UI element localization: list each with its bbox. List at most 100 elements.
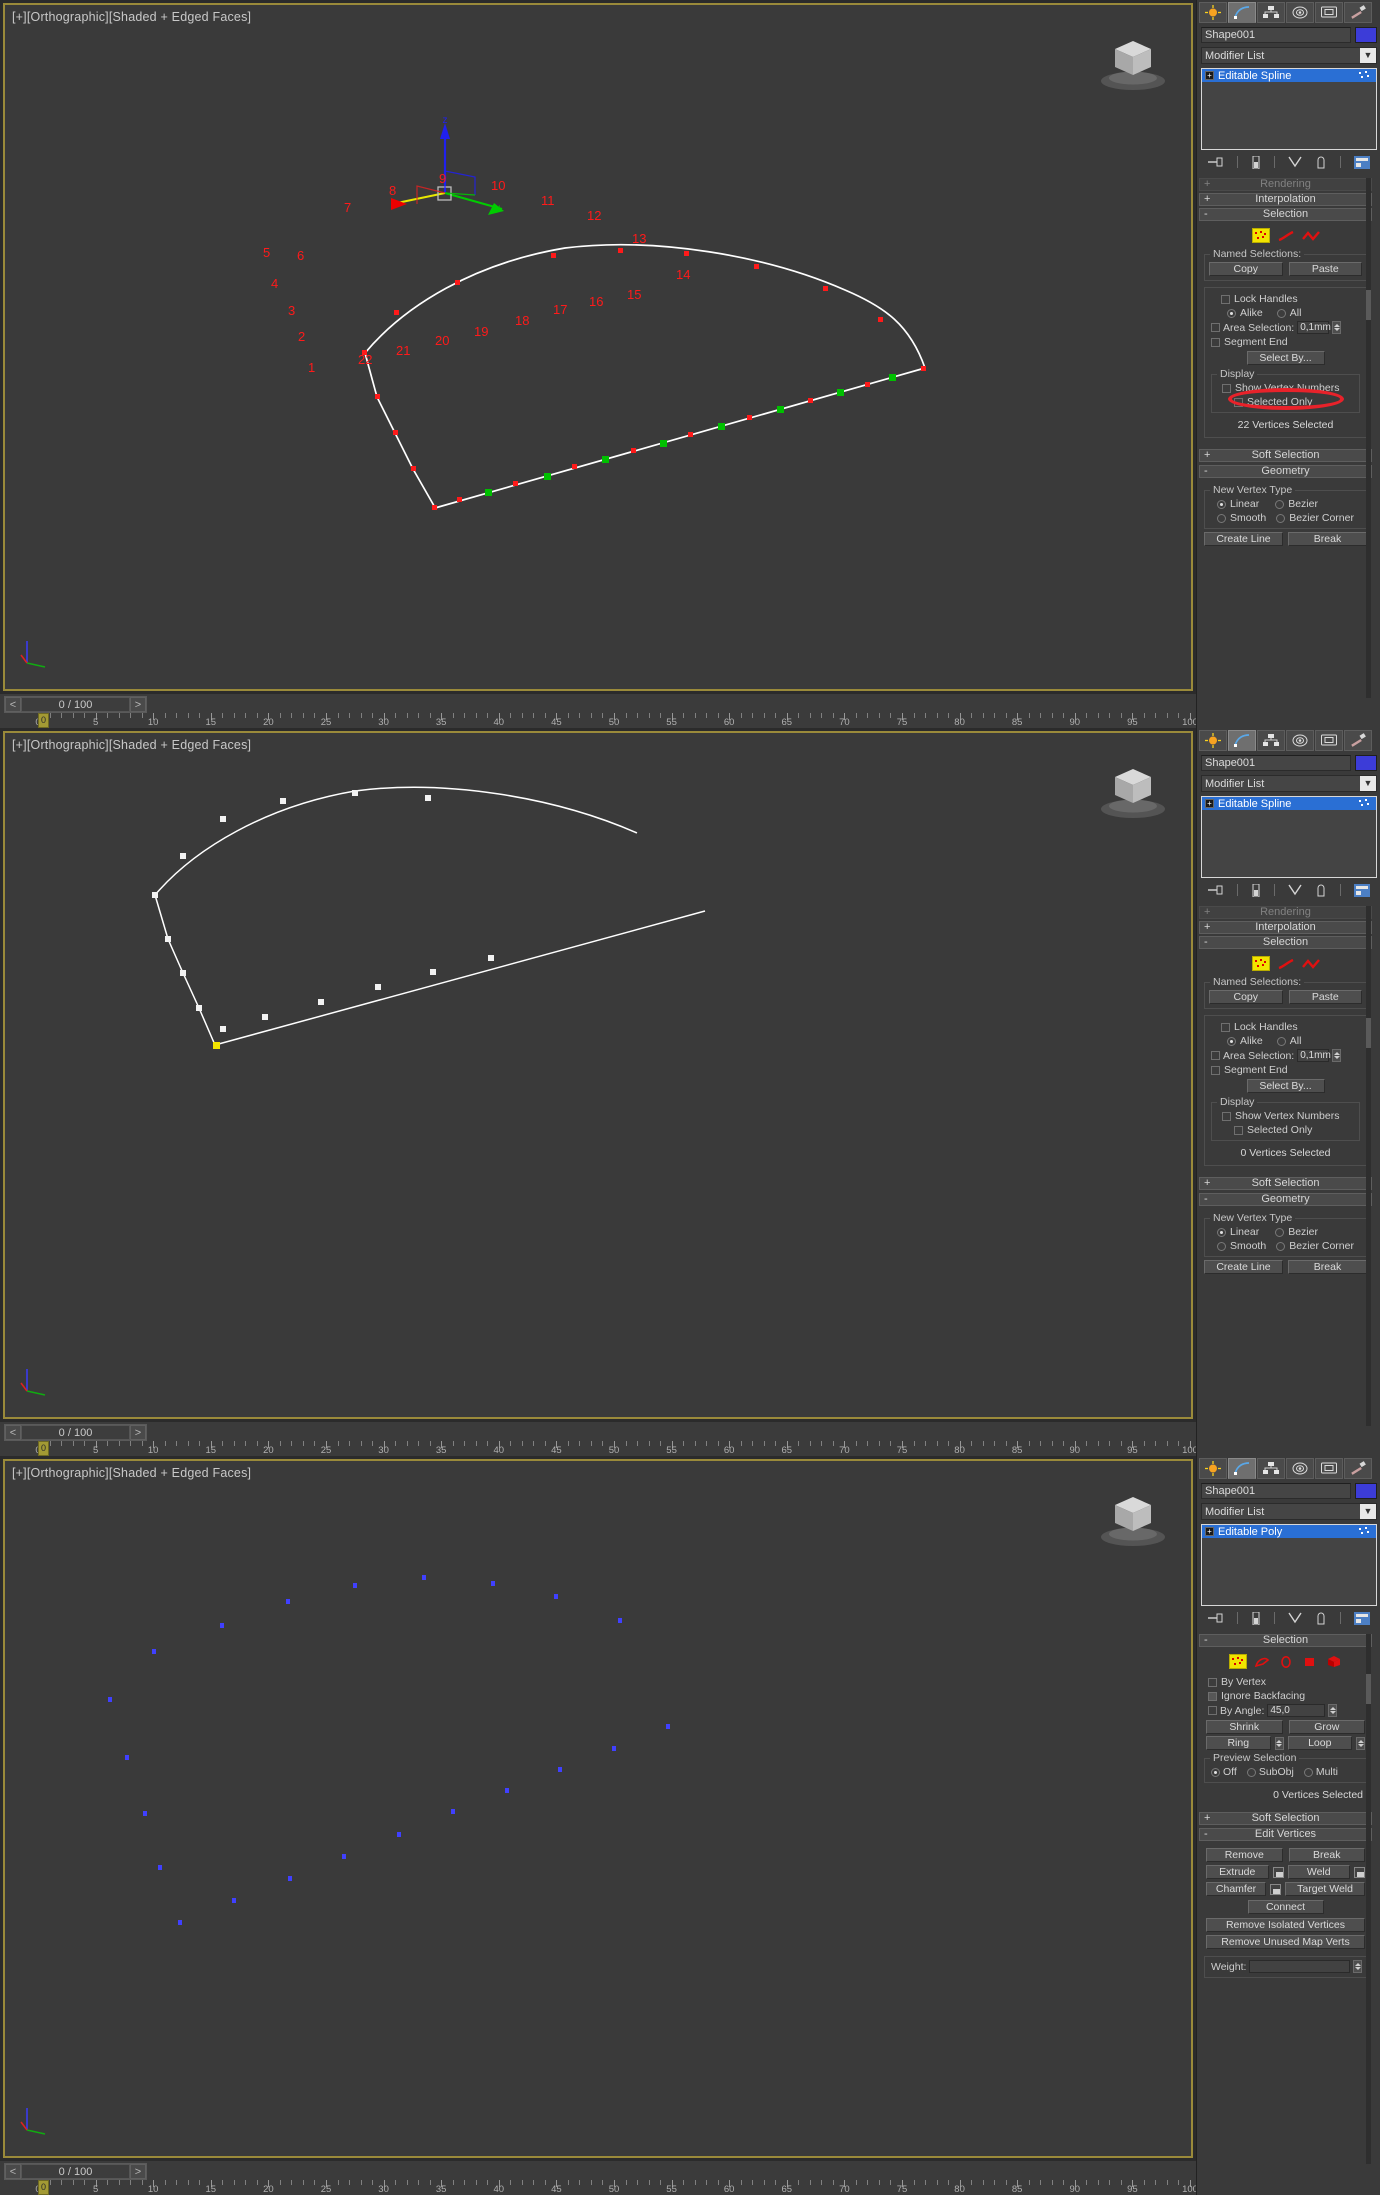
frame-display[interactable]: 0 / 100 xyxy=(21,1425,130,1440)
prev-frame-button[interactable]: < xyxy=(5,697,21,712)
show-end-result-icon[interactable] xyxy=(1251,155,1261,169)
vertex-icon[interactable] xyxy=(1251,228,1270,243)
polygon-icon[interactable] xyxy=(1301,1654,1319,1669)
time-ruler-3[interactable]: 0510152025303540455055606570758085909510… xyxy=(0,2180,1198,2195)
chamfer-settings-icon[interactable] xyxy=(1270,1883,1282,1895)
area-selection-checkbox[interactable] xyxy=(1211,323,1220,332)
area-selection-value[interactable]: 0,1mm xyxy=(1297,321,1331,334)
rollout-scrollbar-thumb-2[interactable] xyxy=(1366,1018,1371,1048)
segment-end-checkbox[interactable] xyxy=(1211,1065,1220,1075)
rollout-geometry[interactable]: - Geometry xyxy=(1199,1193,1372,1206)
extrude-button[interactable]: Extrude xyxy=(1206,1865,1269,1879)
ignore-backfacing-checkbox[interactable] xyxy=(1208,1691,1217,1701)
make-unique-icon[interactable] xyxy=(1288,1612,1302,1624)
rollout-selection[interactable]: - Selection xyxy=(1199,208,1372,221)
make-unique-icon[interactable] xyxy=(1288,884,1302,896)
prev-frame-button[interactable]: < xyxy=(5,2164,21,2179)
frame-navigator-1[interactable]: < 0 / 100 > xyxy=(4,696,147,713)
segment-end-checkbox[interactable] xyxy=(1211,337,1220,347)
expand-icon[interactable]: + xyxy=(1205,799,1214,808)
tab-utilities[interactable] xyxy=(1344,2,1372,23)
viewport-3[interactable]: [+][Orthographic][Shaded + Edged Faces] xyxy=(3,1459,1193,2158)
loop-button[interactable]: Loop xyxy=(1287,1736,1352,1750)
segment-icon[interactable] xyxy=(1277,228,1295,243)
spline-icon[interactable] xyxy=(1301,228,1320,243)
bezier-corner-radio[interactable] xyxy=(1276,1241,1286,1251)
smooth-radio[interactable] xyxy=(1217,1241,1226,1251)
tab-display[interactable] xyxy=(1315,1458,1343,1479)
by-angle-spinner[interactable] xyxy=(1328,1704,1338,1717)
rollout-interpolation[interactable]: + Interpolation xyxy=(1199,921,1372,934)
tab-create[interactable] xyxy=(1199,2,1227,23)
area-selection-value[interactable]: 0,1mm xyxy=(1297,1049,1331,1062)
viewport-1[interactable]: [+][Orthographic][Shaded + Edged Faces] xyxy=(3,3,1193,691)
tab-modify[interactable] xyxy=(1228,730,1256,751)
show-end-result-icon[interactable] xyxy=(1251,1611,1261,1625)
select-by-button[interactable]: Select By... xyxy=(1246,351,1325,365)
break-button[interactable]: Break xyxy=(1288,1848,1365,1862)
frame-display[interactable]: 0 / 100 xyxy=(21,697,130,712)
object-name-field[interactable]: Shape001 xyxy=(1201,1483,1351,1499)
grow-button[interactable]: Grow xyxy=(1288,1720,1365,1734)
rollout-geometry[interactable]: - Geometry xyxy=(1199,465,1372,478)
bezier-corner-radio[interactable] xyxy=(1276,513,1286,523)
lock-handles-checkbox[interactable] xyxy=(1221,294,1230,304)
show-vertex-numbers-checkbox[interactable] xyxy=(1222,383,1231,393)
tab-motion[interactable] xyxy=(1286,730,1314,751)
tab-create[interactable] xyxy=(1199,1458,1227,1479)
expand-icon[interactable]: + xyxy=(1205,71,1214,80)
weld-settings-icon[interactable] xyxy=(1354,1866,1365,1878)
tab-create[interactable] xyxy=(1199,730,1227,751)
selected-only-checkbox[interactable] xyxy=(1234,1125,1243,1135)
viewport-2[interactable]: [+][Orthographic][Shaded + Edged Faces] xyxy=(3,731,1193,1419)
vertex-icon[interactable] xyxy=(1228,1654,1247,1669)
time-slider-2[interactable]: 0 xyxy=(38,1441,49,1456)
modifier-stack-3[interactable]: + Editable Poly xyxy=(1201,1524,1377,1606)
frame-navigator-3[interactable]: < 0 / 100 > xyxy=(4,2163,147,2180)
rollout-selection[interactable]: - Selection xyxy=(1199,1634,1372,1647)
prev-frame-button[interactable]: < xyxy=(5,1425,21,1440)
tab-hierarchy[interactable] xyxy=(1257,730,1285,751)
bezier-radio[interactable] xyxy=(1275,1227,1285,1237)
time-ruler-1[interactable]: 0510152025303540455055606570758085909510… xyxy=(0,713,1198,728)
rollout-scrollbar-thumb-1[interactable] xyxy=(1366,290,1371,320)
frame-navigator-2[interactable]: < 0 / 100 > xyxy=(4,1424,147,1441)
chevron-down-icon[interactable]: ▼ xyxy=(1360,1504,1376,1519)
paste-button[interactable]: Paste xyxy=(1288,990,1362,1004)
rollout-edit-vertices[interactable]: - Edit Vertices xyxy=(1199,1828,1372,1841)
rollout-scrollbar-track-2[interactable] xyxy=(1366,906,1371,1426)
copy-button[interactable]: Copy xyxy=(1209,990,1283,1004)
time-slider-3[interactable]: 0 xyxy=(38,2180,49,2195)
modifier-list-dropdown-1[interactable]: Modifier List ▼ xyxy=(1201,47,1377,64)
copy-button[interactable]: Copy xyxy=(1209,262,1283,276)
break-button[interactable]: Break xyxy=(1288,1260,1367,1274)
weld-button[interactable]: Weld xyxy=(1287,1865,1350,1879)
area-selection-spinner[interactable] xyxy=(1332,1049,1342,1062)
paste-button[interactable]: Paste xyxy=(1288,262,1362,276)
time-slider-1[interactable]: 0 xyxy=(38,713,49,728)
configure-modifier-sets-icon[interactable] xyxy=(1354,1611,1371,1625)
break-button[interactable]: Break xyxy=(1288,532,1367,546)
next-frame-button[interactable]: > xyxy=(130,2164,146,2179)
weight-spinner[interactable] xyxy=(1353,1960,1362,1973)
rollout-soft-selection[interactable]: + Soft Selection xyxy=(1199,1812,1372,1825)
ring-spinner[interactable] xyxy=(1274,1736,1284,1750)
rollout-scrollbar-track-3[interactable] xyxy=(1366,1634,1371,2164)
vertex-icon[interactable] xyxy=(1251,956,1270,971)
linear-radio[interactable] xyxy=(1217,499,1226,509)
weight-value[interactable] xyxy=(1249,1960,1350,1973)
tab-utilities[interactable] xyxy=(1344,730,1372,751)
create-line-button[interactable]: Create Line xyxy=(1204,532,1283,546)
stack-item-editable-spline[interactable]: + Editable Spline xyxy=(1202,69,1376,82)
tab-modify[interactable] xyxy=(1228,2,1256,23)
chevron-down-icon[interactable]: ▼ xyxy=(1360,48,1376,63)
rollout-soft-selection[interactable]: + Soft Selection xyxy=(1199,449,1372,462)
ring-button[interactable]: Ring xyxy=(1206,1736,1271,1750)
next-frame-button[interactable]: > xyxy=(130,1425,146,1440)
pin-stack-icon[interactable] xyxy=(1207,884,1224,896)
preview-multi-radio[interactable] xyxy=(1303,1767,1313,1777)
pin-stack-icon[interactable] xyxy=(1207,156,1224,168)
select-by-button[interactable]: Select By... xyxy=(1246,1079,1325,1093)
area-selection-checkbox[interactable] xyxy=(1211,1051,1220,1060)
object-color-swatch[interactable] xyxy=(1355,27,1377,43)
